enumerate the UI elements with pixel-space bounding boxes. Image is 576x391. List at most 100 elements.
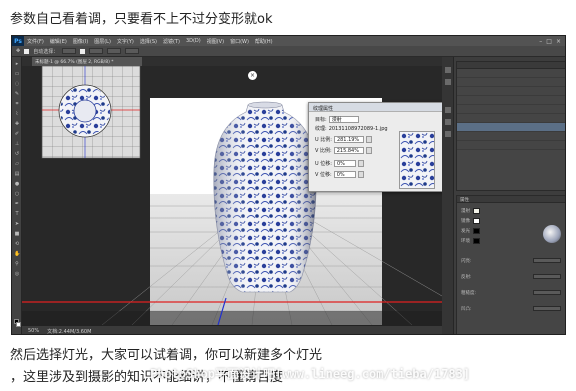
diffuse-color-swatch[interactable] — [473, 208, 480, 214]
history-brush-tool-icon[interactable]: ↺ — [14, 151, 20, 157]
vase[interactable] — [213, 101, 317, 293]
distribute-buttons[interactable] — [107, 48, 122, 54]
menu-edit[interactable]: 编辑(E) — [47, 38, 70, 45]
3d-mode-buttons[interactable] — [125, 48, 140, 54]
minimize-icon[interactable]: – — [539, 38, 542, 45]
gradient-tool-icon[interactable]: ▤ — [14, 171, 20, 177]
v-scale-input[interactable]: 215.84% — [333, 147, 364, 154]
target-label: 目标: — [315, 117, 327, 123]
move-tool-icon[interactable]: ▸ — [14, 61, 20, 67]
layer-row[interactable] — [457, 141, 565, 150]
close-secondary-view-icon[interactable]: × — [248, 71, 257, 80]
healing-brush-tool-icon[interactable]: ✚ — [14, 121, 20, 127]
actions-panel-icon[interactable] — [445, 79, 451, 85]
align-buttons[interactable] — [89, 48, 104, 54]
v-scale-row: V 比例: 215.84% — [315, 147, 372, 154]
menu-3d[interactable]: 3D(D) — [183, 38, 204, 44]
blur-tool-icon[interactable]: ● — [14, 181, 20, 187]
layer-row[interactable] — [457, 87, 565, 96]
v-offset-stepper[interactable] — [357, 171, 364, 178]
layer-row[interactable] — [457, 132, 565, 141]
paragraph-panel-icon[interactable] — [445, 119, 451, 125]
reflection-row: 反射: — [461, 274, 472, 280]
layer-row[interactable] — [457, 114, 565, 123]
layer-row[interactable] — [457, 105, 565, 114]
v-scale-label: V 比例: — [315, 148, 332, 154]
menu-window[interactable]: 窗口(W) — [227, 38, 252, 45]
history-panel-icon[interactable] — [445, 67, 451, 73]
character-panel-icon[interactable] — [445, 107, 451, 113]
zoom-level[interactable]: 50% — [28, 328, 39, 334]
close-window-icon[interactable]: × — [556, 38, 561, 45]
roughness-slider[interactable] — [533, 290, 561, 295]
menu-view[interactable]: 视图(V) — [204, 38, 227, 45]
pen-tool-icon[interactable]: ✒ — [14, 201, 20, 207]
u-offset-label: U 位移: — [315, 161, 332, 167]
u-offset-stepper[interactable] — [357, 160, 364, 167]
texture-filename: 20131108972089-1.jpg — [328, 125, 388, 132]
menu-file[interactable]: 文件(F) — [24, 38, 47, 45]
reflection-slider[interactable] — [533, 274, 561, 279]
maximize-icon[interactable]: □ — [546, 38, 552, 45]
photoshop-window: Ps 文件(F) 编辑(E) 图像(I) 图层(L) 文字(Y) 选择(S) 滤… — [11, 35, 566, 335]
lasso-tool-icon[interactable]: ◌ — [14, 81, 20, 87]
menu-filter[interactable]: 滤镜(T) — [160, 38, 183, 45]
quick-select-tool-icon[interactable]: ✎ — [14, 91, 20, 97]
properties-panel-header: 属性 — [457, 196, 565, 203]
background-color-swatch[interactable] — [16, 322, 21, 327]
specular-color-swatch[interactable] — [473, 218, 480, 224]
prop-illumination-row: 发光 — [461, 228, 480, 234]
document-tab[interactable]: 未标题-1 @ 66.7% (图层 2, RGB/8) * — [32, 57, 142, 66]
material-preview-thumbnail[interactable] — [543, 225, 561, 243]
target-row: 目标: 漫射 — [315, 116, 359, 123]
roughness-label: 粗糙度: — [461, 291, 477, 296]
ps-logo: Ps — [12, 36, 24, 46]
prop-specular-row: 镜像 — [461, 218, 480, 224]
layer-row[interactable] — [457, 69, 565, 78]
eyedropper-tool-icon[interactable]: ⌇ — [14, 111, 20, 117]
eraser-tool-icon[interactable]: ▱ — [14, 161, 20, 167]
marquee-tool-icon[interactable]: ▭ — [14, 71, 20, 77]
shine-slider[interactable] — [533, 258, 561, 263]
texture-label: 纹理: — [315, 126, 327, 132]
options-bar: ✥ 自动选择： — [12, 46, 565, 57]
crop-tool-icon[interactable]: ⌗ — [14, 101, 20, 107]
brush-tool-icon[interactable]: ✐ — [14, 131, 20, 137]
ambient-color-swatch[interactable] — [473, 238, 480, 244]
target-select[interactable]: 漫射 — [328, 116, 359, 123]
shape-tool-icon[interactable]: ■ — [14, 231, 20, 237]
type-tool-icon[interactable]: T — [14, 211, 20, 217]
u-scale-input[interactable]: 281.19% — [333, 136, 364, 143]
v-scale-stepper[interactable] — [365, 147, 372, 154]
dodge-tool-icon[interactable]: ○ — [14, 191, 20, 197]
menu-type[interactable]: 文字(Y) — [114, 38, 137, 45]
transform-controls-checkbox[interactable] — [80, 48, 86, 54]
move-tool-icon[interactable]: ✥ — [16, 48, 20, 54]
brush-panel-icon[interactable] — [445, 131, 451, 137]
shine-row: 闪亮: — [461, 258, 472, 264]
menu-help[interactable]: 帮助(H) — [252, 38, 276, 45]
layer-row-selected[interactable] — [457, 123, 565, 132]
u-offset-input[interactable]: 0% — [333, 160, 356, 167]
illumination-color-swatch[interactable] — [473, 228, 480, 234]
auto-select-dropdown[interactable] — [62, 48, 77, 54]
camera-tool-icon[interactable]: ◎ — [14, 271, 20, 277]
u-scale-stepper[interactable] — [365, 136, 372, 143]
menu-image[interactable]: 图像(I) — [70, 38, 91, 45]
path-select-tool-icon[interactable]: ➤ — [14, 221, 20, 227]
layer-row[interactable] — [457, 96, 565, 105]
bump-slider[interactable] — [533, 306, 561, 311]
texture-preview — [399, 131, 435, 189]
v-offset-input[interactable]: 0% — [333, 171, 356, 178]
3d-rotate-tool-icon[interactable]: ⟲ — [14, 241, 20, 247]
auto-select-checkbox[interactable] — [24, 48, 30, 54]
layer-row[interactable] — [457, 78, 565, 87]
clone-stamp-tool-icon[interactable]: ⊥ — [14, 141, 20, 147]
zoom-tool-icon[interactable]: ⚲ — [14, 261, 20, 267]
menu-select[interactable]: 选择(S) — [137, 38, 160, 45]
hand-tool-icon[interactable]: ✋ — [14, 251, 20, 257]
menu-layer[interactable]: 图层(L) — [91, 38, 114, 45]
bump-row: 凹凸: — [461, 306, 472, 312]
window-controls: – □ × — [539, 38, 565, 45]
secondary-view-panel[interactable] — [41, 66, 141, 159]
